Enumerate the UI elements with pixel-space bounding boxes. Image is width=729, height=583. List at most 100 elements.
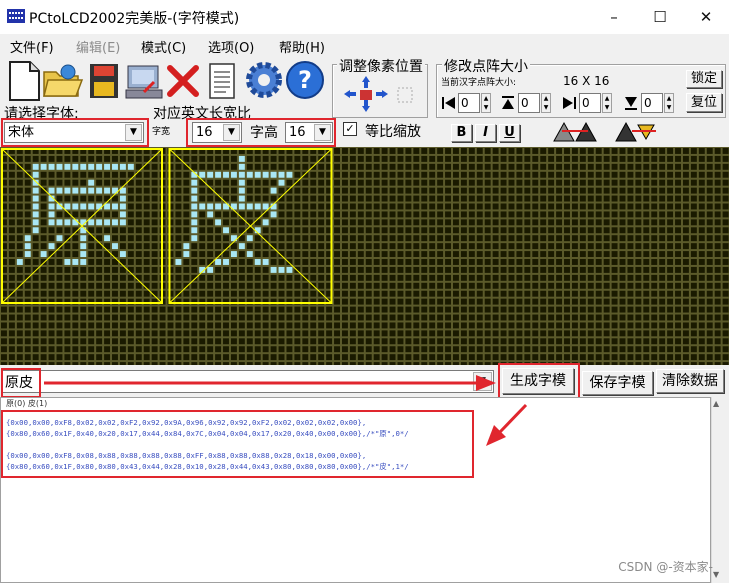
- matrix-dot: [80, 203, 87, 210]
- matrix-dot: [667, 148, 674, 154]
- matrix-dot: [254, 243, 261, 250]
- matrix-dot: [365, 322, 372, 329]
- matrix-dot: [595, 179, 602, 186]
- help-icon[interactable]: ?: [285, 60, 325, 100]
- flip-horizontal-icon[interactable]: [552, 121, 598, 143]
- matrix-dot: [619, 330, 626, 337]
- matrix-dot: [437, 235, 444, 242]
- menu-help[interactable]: 帮助(H): [279, 37, 325, 56]
- flip-vertical-icon[interactable]: [612, 121, 658, 143]
- matrix-dot: [706, 195, 713, 202]
- pixel-shift-arrows[interactable]: [340, 74, 420, 114]
- matrix-dot: [365, 338, 372, 345]
- lock-button[interactable]: 锁定: [686, 70, 722, 88]
- matrix-dot: [96, 171, 103, 178]
- matrix-dot: [215, 235, 222, 242]
- matrix-dot: [516, 187, 523, 194]
- matrix-dot: [516, 203, 523, 210]
- matrix-dot: [294, 322, 301, 329]
- matrix-dot: [191, 266, 198, 273]
- dot-matrix-canvas[interactable]: [0, 147, 729, 365]
- spin-left-arrows[interactable]: ▲ ▼: [481, 93, 491, 113]
- matrix-dot: [223, 282, 229, 289]
- spin-right-value[interactable]: 0: [579, 93, 601, 113]
- font-combo[interactable]: 宋体 ▼: [4, 122, 144, 143]
- matrix-dot: [595, 195, 602, 202]
- matrix-dot: [230, 338, 237, 345]
- vertical-scrollbar[interactable]: [711, 397, 728, 583]
- menu-file[interactable]: 文件(F): [10, 37, 54, 56]
- matrix-dot: [468, 219, 475, 226]
- scroll-up-icon[interactable]: ▲: [713, 399, 719, 408]
- notepad-icon[interactable]: [206, 62, 238, 100]
- matrix-dot: [88, 266, 95, 273]
- matrix-dot: [254, 322, 261, 329]
- matrix-dot: [667, 243, 674, 250]
- dot-matrix-grid[interactable]: [0, 147, 729, 365]
- menu-options[interactable]: 选项(O): [208, 37, 254, 56]
- spin-bottom-arrows[interactable]: ▲ ▼: [664, 93, 674, 113]
- import-image-icon[interactable]: [124, 62, 164, 100]
- matrix-dot: [540, 259, 547, 265]
- text-input[interactable]: [2, 370, 494, 393]
- matrix-dot: [381, 251, 388, 258]
- open-folder-icon[interactable]: [42, 62, 84, 100]
- chevron-down-icon[interactable]: ▼: [125, 124, 142, 141]
- trim-bottom-icon[interactable]: [623, 95, 639, 111]
- save-font-button[interactable]: 保存字模: [582, 371, 653, 395]
- save-disk-icon[interactable]: [88, 62, 120, 100]
- matrix-dot: [476, 195, 483, 202]
- matrix-dot: [571, 179, 578, 186]
- matrix-dot: [112, 282, 118, 289]
- matrix-dot: [119, 346, 126, 353]
- spin-left-value[interactable]: 0: [458, 93, 480, 113]
- matrix-dot: [698, 203, 705, 210]
- matrix-dot: [540, 219, 547, 226]
- matrix-dot: [421, 155, 428, 162]
- trim-right-icon[interactable]: [561, 95, 577, 111]
- maximize-button[interactable]: ☐: [637, 0, 683, 34]
- chevron-down-icon[interactable]: ▼: [473, 372, 492, 391]
- matrix-dot: [706, 338, 713, 345]
- trim-left-icon[interactable]: [441, 95, 457, 111]
- chevron-down-icon[interactable]: ▼: [314, 124, 331, 141]
- matrix-dot: [302, 171, 309, 178]
- bold-button[interactable]: B: [451, 124, 472, 142]
- spin-bottom-value[interactable]: 0: [641, 93, 663, 113]
- width-combo[interactable]: 16 ▼: [192, 122, 242, 143]
- spin-right-arrows[interactable]: ▲ ▼: [602, 93, 612, 113]
- trim-top-icon[interactable]: [500, 95, 516, 111]
- menu-mode[interactable]: 模式(C): [141, 37, 186, 56]
- settings-gear-icon[interactable]: [244, 60, 284, 100]
- proportional-checkbox[interactable]: ✓: [343, 122, 357, 136]
- matrix-dot: [119, 330, 126, 337]
- scroll-down-icon[interactable]: ▼: [713, 570, 719, 579]
- chevron-down-icon[interactable]: ▼: [223, 124, 240, 141]
- matrix-dot: [207, 155, 214, 162]
- minimize-button[interactable]: –: [591, 0, 637, 34]
- matrix-dot: [112, 163, 118, 170]
- matrix-dot: [72, 290, 79, 297]
- height-combo[interactable]: 16 ▼: [285, 122, 333, 143]
- matrix-dot: [215, 346, 222, 353]
- matrix-dot: [199, 282, 206, 289]
- close-button[interactable]: ✕: [683, 0, 729, 34]
- menu-edit[interactable]: 编辑(E): [76, 37, 120, 56]
- matrix-dot: [453, 290, 459, 297]
- delete-x-icon[interactable]: [166, 64, 200, 98]
- matrix-dot: [32, 330, 39, 337]
- matrix-dot: [16, 274, 23, 281]
- matrix-dot: [175, 211, 182, 218]
- clear-data-button[interactable]: 清除数据: [656, 369, 724, 393]
- matrix-dot: [357, 148, 364, 154]
- underline-button[interactable]: U: [499, 124, 520, 142]
- restore-button[interactable]: 复位: [686, 93, 722, 112]
- matrix-dot: [619, 211, 626, 218]
- spin-top-arrows[interactable]: ▲ ▼: [541, 93, 551, 113]
- matrix-dot: [127, 354, 134, 361]
- generate-font-button[interactable]: 生成字模: [502, 368, 574, 394]
- italic-button[interactable]: I: [475, 124, 496, 142]
- spin-top-value[interactable]: 0: [518, 93, 540, 113]
- matrix-dot: [318, 227, 325, 234]
- new-file-icon[interactable]: [6, 60, 42, 102]
